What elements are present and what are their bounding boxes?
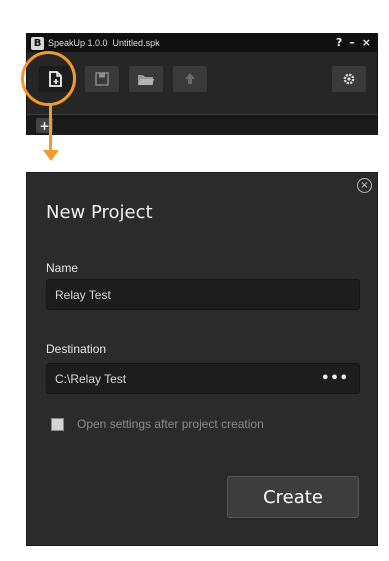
toolbar <box>27 52 377 114</box>
create-button[interactable]: Create <box>227 476 359 518</box>
save-button[interactable] <box>85 66 119 92</box>
open-settings-checkbox[interactable] <box>51 417 64 431</box>
close-window-button[interactable]: × <box>362 36 371 49</box>
app-name: SpeakUp 1.0.0 <box>48 38 108 48</box>
new-project-dialog: × New Project Name Relay Test Destinatio… <box>26 172 378 546</box>
upload-icon <box>185 73 195 84</box>
title-bar: B SpeakUp 1.0.0 Untitled.spk ? – × <box>27 34 377 52</box>
app-window: B SpeakUp 1.0.0 Untitled.spk ? – × + <box>26 33 378 135</box>
browse-button[interactable]: ••• <box>321 364 349 393</box>
settings-button[interactable] <box>332 66 366 92</box>
dialog-close-button[interactable]: × <box>357 178 372 193</box>
dialog-title: New Project <box>46 202 153 223</box>
name-label: Name <box>46 261 79 275</box>
callout-line <box>49 104 52 152</box>
callout-arrow-icon <box>43 150 59 161</box>
destination-field[interactable]: C:\Relay Test ••• <box>46 363 360 394</box>
window-controls: ? – × <box>336 36 371 49</box>
open-button[interactable] <box>129 66 163 92</box>
file-name: Untitled.spk <box>112 38 160 48</box>
tab-strip: + <box>27 114 377 135</box>
open-folder-icon <box>138 75 154 85</box>
name-field[interactable]: Relay Test <box>46 279 360 310</box>
callout-highlight-circle <box>21 51 76 106</box>
name-field-value: Relay Test <box>55 287 111 302</box>
gear-icon <box>343 73 355 85</box>
destination-label: Destination <box>46 342 107 356</box>
minimize-button[interactable]: – <box>349 36 355 49</box>
window-title: SpeakUp 1.0.0 Untitled.spk <box>48 38 160 48</box>
upload-button[interactable] <box>173 66 207 92</box>
open-settings-option[interactable]: Open settings after project creation <box>51 417 264 431</box>
save-icon <box>95 72 109 86</box>
help-button[interactable]: ? <box>336 36 342 49</box>
open-settings-label: Open settings after project creation <box>77 417 264 431</box>
app-logo-icon: B <box>31 36 44 50</box>
destination-field-value: C:\Relay Test <box>55 371 127 386</box>
